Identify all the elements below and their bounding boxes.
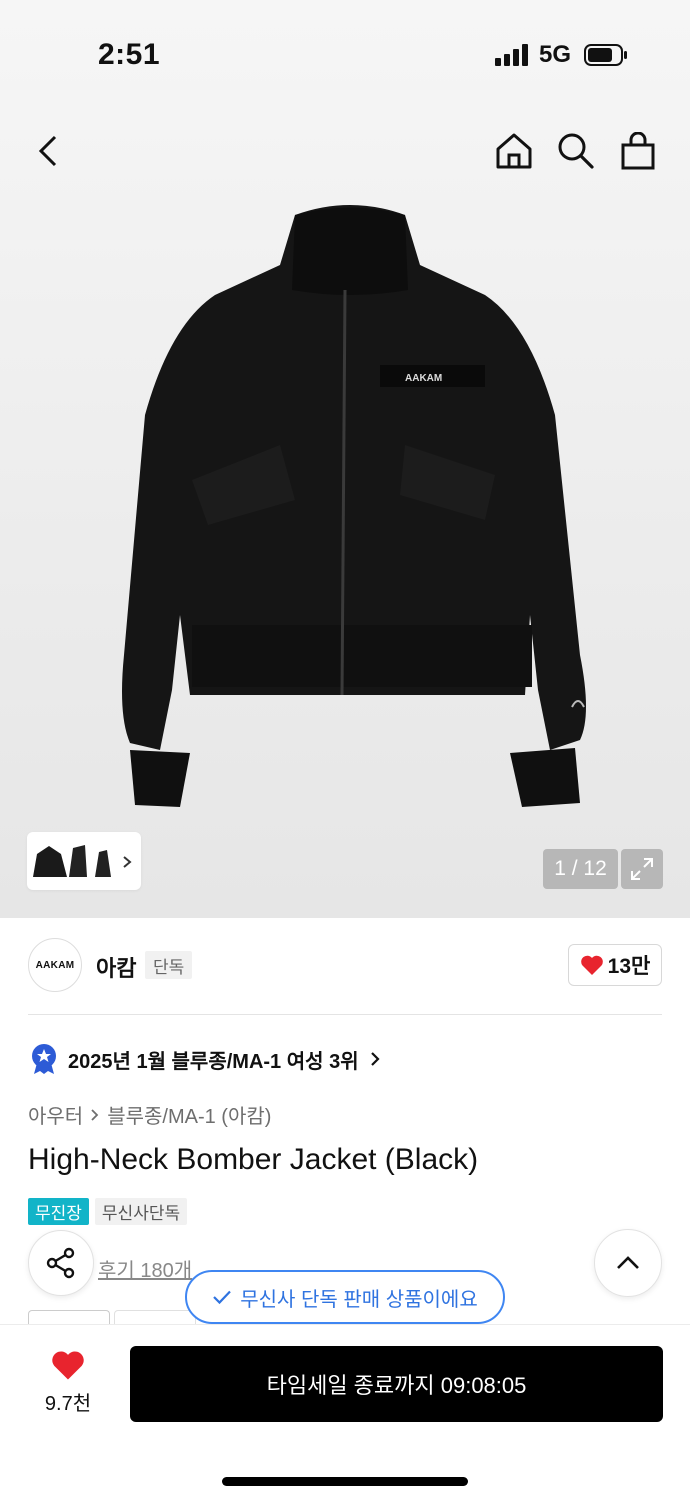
battery-icon	[584, 44, 627, 66]
expand-button[interactable]	[621, 849, 663, 889]
share-icon	[46, 1247, 75, 1279]
wishlist-button[interactable]: 9.7천	[28, 1349, 108, 1419]
divider	[28, 1014, 662, 1015]
product-tags: 무진장 무신사단독	[28, 1198, 188, 1225]
heart-icon	[52, 1351, 84, 1380]
share-button[interactable]	[28, 1230, 94, 1296]
breadcrumb-subcategory[interactable]: 블루종/MA-1 (아캄)	[107, 1100, 271, 1129]
product-image: AAKAM	[122, 205, 586, 807]
status-bar: 2:51 5G	[0, 0, 690, 110]
brand-logo[interactable]: AAKAM	[28, 938, 82, 992]
expand-icon	[631, 858, 653, 880]
product-title: High-Neck Bomber Jacket (Black)	[28, 1143, 479, 1176]
tag-mujinjang: 무진장	[28, 1198, 89, 1225]
chevron-up-icon	[617, 1256, 639, 1269]
search-button[interactable]	[546, 118, 606, 184]
exclusive-toast: 무신사 단독 판매 상품이에요	[185, 1270, 505, 1324]
thumbnail-images	[33, 845, 132, 877]
chevron-right-icon	[91, 1108, 99, 1121]
tag-musinsa-exclusive: 무신사단독	[94, 1198, 188, 1225]
chevron-right-icon	[370, 1052, 380, 1066]
product-hero: 2:51 5G AAKAM 1 / 12	[0, 0, 690, 918]
home-indicator	[222, 1477, 468, 1486]
exclusive-badge: 단독	[145, 951, 193, 979]
bottom-bar: 9.7천 타임세일 종료까지 09:08:05	[0, 1324, 690, 1500]
brand-like-count: 13만	[607, 955, 651, 978]
signal-icon	[495, 44, 529, 66]
breadcrumb-category[interactable]: 아우터	[28, 1100, 83, 1129]
cart-button[interactable]	[608, 118, 668, 184]
shopping-bag-icon	[621, 132, 655, 170]
chevron-left-icon	[38, 135, 57, 167]
network-label: 5G	[539, 41, 572, 68]
heart-icon	[580, 955, 603, 975]
breadcrumb: 아우터 블루종/MA-1 (아캄)	[28, 1100, 271, 1129]
search-icon	[558, 133, 594, 169]
buy-button[interactable]: 타임세일 종료까지 09:08:05	[130, 1346, 663, 1422]
check-icon	[213, 1290, 232, 1305]
image-counter: 1 / 12	[543, 849, 618, 889]
top-nav	[0, 118, 690, 188]
review-link[interactable]: 후기 180개	[98, 1254, 192, 1283]
toast-text: 무신사 단독 판매 상품이에요	[240, 1288, 478, 1311]
jacket-logo-text: AAKAM	[405, 373, 442, 384]
home-button[interactable]	[484, 118, 544, 184]
ranking-badge-icon	[32, 1044, 56, 1074]
scroll-top-button[interactable]	[594, 1229, 662, 1297]
home-icon	[496, 133, 532, 169]
brand-like-button[interactable]: 13만	[568, 944, 662, 986]
brand-name[interactable]: 아캄	[96, 951, 136, 983]
ranking-link[interactable]: 2025년 1월 블루종/MA-1 여성 3위	[30, 1042, 381, 1076]
back-button[interactable]	[18, 118, 78, 184]
status-time: 2:51	[98, 38, 161, 71]
wishlist-count: 9.7천	[44, 1393, 92, 1415]
thumbnail-strip[interactable]	[27, 832, 141, 890]
ranking-text: 2025년 1월 블루종/MA-1 여성 3위	[68, 1050, 359, 1073]
product-page: 2:51 5G AAKAM 1 / 12 AAKAM 아캄 단독 13만 202…	[0, 0, 690, 1500]
